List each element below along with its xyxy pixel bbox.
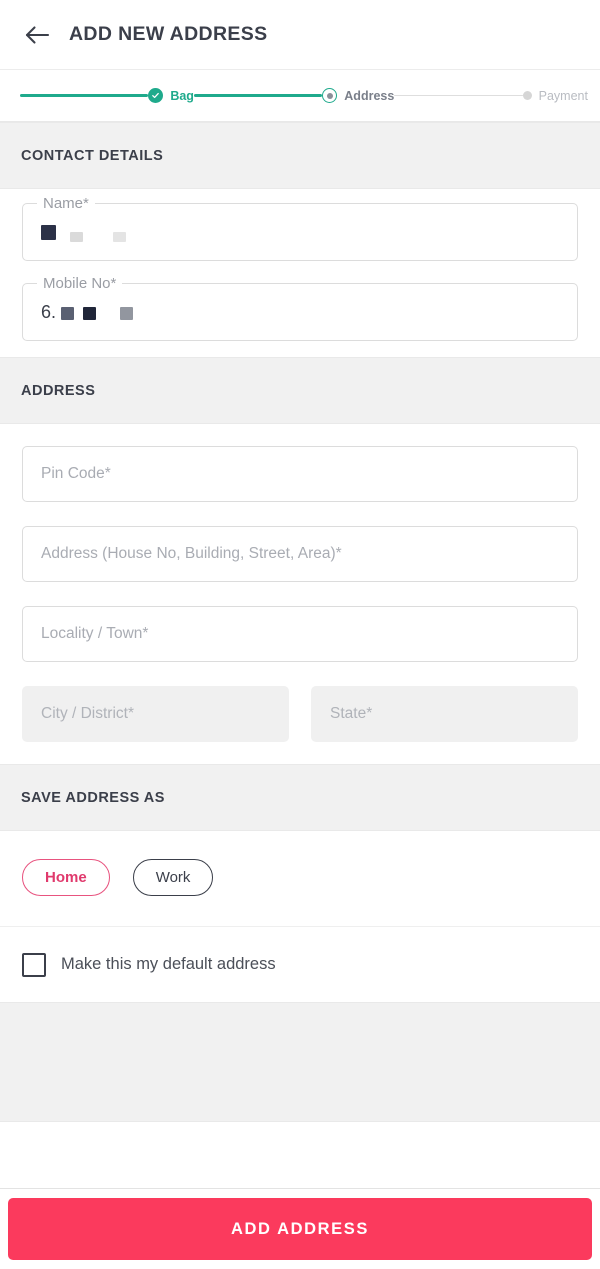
city-district-placeholder: City / District*: [41, 705, 134, 722]
default-address-checkbox[interactable]: [22, 952, 46, 977]
pin-code-input[interactable]: Pin Code*: [22, 446, 578, 502]
add-address-button[interactable]: ADD ADDRESS: [8, 1198, 592, 1260]
locality-town-placeholder: Locality / Town*: [41, 625, 149, 642]
redacted-block: [113, 232, 126, 242]
locality-town-input[interactable]: Locality / Town*: [22, 606, 578, 662]
address-type-chip-work[interactable]: Work: [132, 859, 214, 896]
address-form: Pin Code* Address (House No, Building, S…: [0, 424, 600, 764]
arrow-left-icon: [24, 25, 50, 45]
redacted-block: [61, 307, 75, 320]
state-input[interactable]: State*: [311, 686, 578, 742]
name-field[interactable]: Name*: [22, 194, 578, 261]
city-district-input[interactable]: City / District*: [22, 686, 289, 742]
state-placeholder: State*: [330, 705, 373, 722]
address-type-chip-group: Home Work: [0, 831, 600, 926]
page-title: ADD NEW ADDRESS: [69, 23, 268, 45]
street-address-placeholder: Address (House No, Building, Street, Are…: [41, 545, 342, 562]
street-address-input[interactable]: Address (House No, Building, Street, Are…: [22, 526, 578, 582]
pin-code-placeholder: Pin Code*: [41, 465, 111, 482]
section-header-address: ADDRESS: [0, 357, 600, 424]
radio-dot-icon: [322, 88, 338, 103]
stepper-step-bag[interactable]: Bag: [148, 88, 194, 103]
stepper-label-address: Address: [344, 88, 395, 103]
mobile-number-field[interactable]: Mobile No* 6.: [22, 274, 578, 341]
stepper-line-bag-to-address: [193, 94, 323, 97]
redacted-block: [41, 224, 56, 240]
address-type-chip-home-label: Home: [45, 869, 87, 886]
stepper-step-address[interactable]: Address: [322, 88, 394, 103]
section-header-contact-details: CONTACT DETAILS: [0, 122, 600, 189]
redacted-block: [70, 232, 83, 242]
stepper-label-bag: Bag: [170, 88, 194, 103]
section-header-save-address-as: SAVE ADDRESS AS: [0, 764, 600, 831]
default-address-label: Make this my default address: [61, 955, 276, 973]
name-field-value: [41, 204, 126, 260]
stepper-line-before-bag: [20, 94, 149, 97]
app-bar: ADD NEW ADDRESS: [0, 0, 600, 70]
address-type-chip-home[interactable]: Home: [22, 859, 110, 896]
checkout-progress-stepper: Bag Address Payment: [0, 70, 600, 122]
bottom-spacer: [0, 1122, 600, 1196]
mobile-number-prefix: 6.: [41, 301, 57, 322]
default-address-row[interactable]: Make this my default address: [0, 926, 600, 1002]
redacted-block: [83, 307, 97, 320]
add-new-address-screen: ADD NEW ADDRESS Bag Address Payment CONT…: [0, 0, 600, 1269]
back-button[interactable]: [20, 18, 54, 52]
stepper-line-address-to-payment: [394, 94, 523, 97]
stepper-step-payment[interactable]: Payment: [522, 88, 588, 103]
section-spacer: [0, 1002, 600, 1122]
check-icon: [148, 88, 164, 103]
stepper-label-payment: Payment: [538, 88, 588, 103]
dot-icon: [522, 91, 532, 100]
city-state-row: City / District* State*: [22, 686, 578, 742]
redacted-block: [120, 307, 134, 320]
sticky-footer: ADD ADDRESS: [0, 1188, 600, 1269]
contact-details-form: Name* Mobile No* 6.: [0, 189, 600, 357]
mobile-number-field-value: 6.: [41, 284, 134, 340]
address-type-chip-work-label: Work: [155, 869, 191, 886]
